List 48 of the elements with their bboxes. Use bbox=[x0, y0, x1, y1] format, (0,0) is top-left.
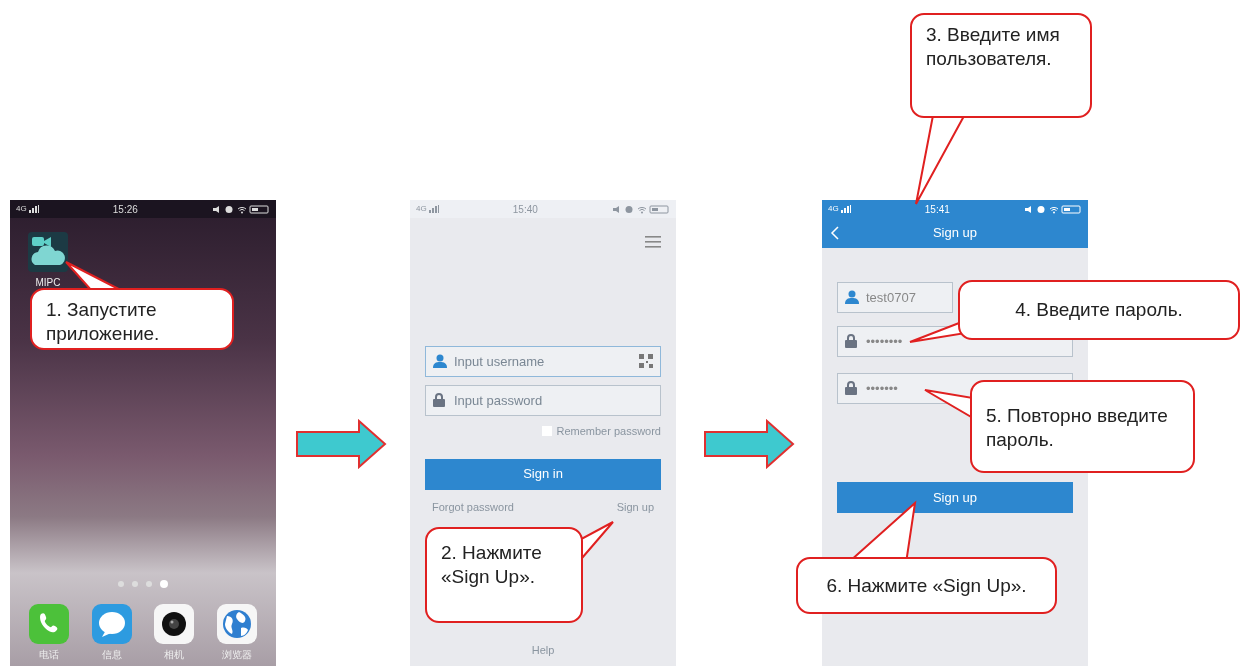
sign-up-button[interactable]: Sign up bbox=[837, 482, 1073, 513]
menu-icon[interactable] bbox=[645, 236, 661, 248]
app-shortcut[interactable]: 电话 bbox=[29, 604, 70, 662]
sign-in-button[interactable]: Sign in bbox=[425, 458, 661, 490]
person-icon bbox=[433, 354, 447, 368]
page-dot[interactable] bbox=[146, 581, 152, 587]
chat-bubble-icon bbox=[91, 604, 132, 644]
camera-lens-icon bbox=[154, 604, 195, 644]
sign-up-link[interactable]: Sign up bbox=[616, 498, 654, 515]
page-dot[interactable] bbox=[160, 580, 168, 588]
right-arrow-icon bbox=[703, 419, 795, 469]
password-field[interactable]: Input password bbox=[425, 385, 661, 416]
lock-icon bbox=[845, 381, 857, 395]
person-icon bbox=[845, 290, 859, 304]
status-icons-drawing bbox=[212, 204, 270, 214]
signal-icon bbox=[28, 205, 39, 213]
app-shortcut[interactable]: 浏览器 bbox=[216, 604, 257, 662]
page-dot[interactable] bbox=[118, 581, 124, 587]
back-icon[interactable] bbox=[830, 226, 839, 240]
status-icons-drawing bbox=[612, 204, 670, 214]
status-icons-drawing bbox=[1024, 204, 1082, 214]
network-label: 4G bbox=[16, 203, 27, 215]
callout: 5. Повторно введите пароль. bbox=[970, 380, 1195, 473]
username-field[interactable]: test0707 bbox=[837, 282, 953, 313]
app-shortcut[interactable]: 相机 bbox=[154, 604, 195, 662]
forgot-password-link[interactable]: Forgot password bbox=[432, 498, 514, 515]
app-shortcut[interactable]: 信息 bbox=[91, 604, 132, 662]
lock-icon bbox=[845, 334, 857, 348]
callout: 4. Введите пароль. bbox=[958, 280, 1240, 340]
right-arrow-icon bbox=[295, 419, 387, 469]
remember-label: Remember password bbox=[556, 424, 661, 439]
network-label: 4G bbox=[828, 203, 839, 215]
screen-title: Sign up bbox=[931, 224, 979, 243]
status-time: 15:41 bbox=[924, 202, 950, 217]
status-time: 15:26 bbox=[112, 202, 138, 217]
app-shortcut[interactable]: MIPC bbox=[28, 232, 68, 290]
network-label: 4G bbox=[416, 203, 427, 215]
page-dot[interactable] bbox=[132, 581, 138, 587]
cloud-camera-icon bbox=[28, 232, 68, 272]
status-time: 15:40 bbox=[512, 202, 538, 217]
lock-icon bbox=[433, 393, 445, 407]
username-field[interactable]: Input username bbox=[425, 346, 661, 377]
qr-code-icon[interactable] bbox=[639, 354, 653, 368]
globe-icon bbox=[216, 604, 257, 644]
signal-icon bbox=[428, 205, 439, 213]
phone-app-icon bbox=[29, 604, 70, 644]
signal-icon bbox=[840, 205, 851, 213]
help-link[interactable]: Help bbox=[531, 641, 555, 658]
